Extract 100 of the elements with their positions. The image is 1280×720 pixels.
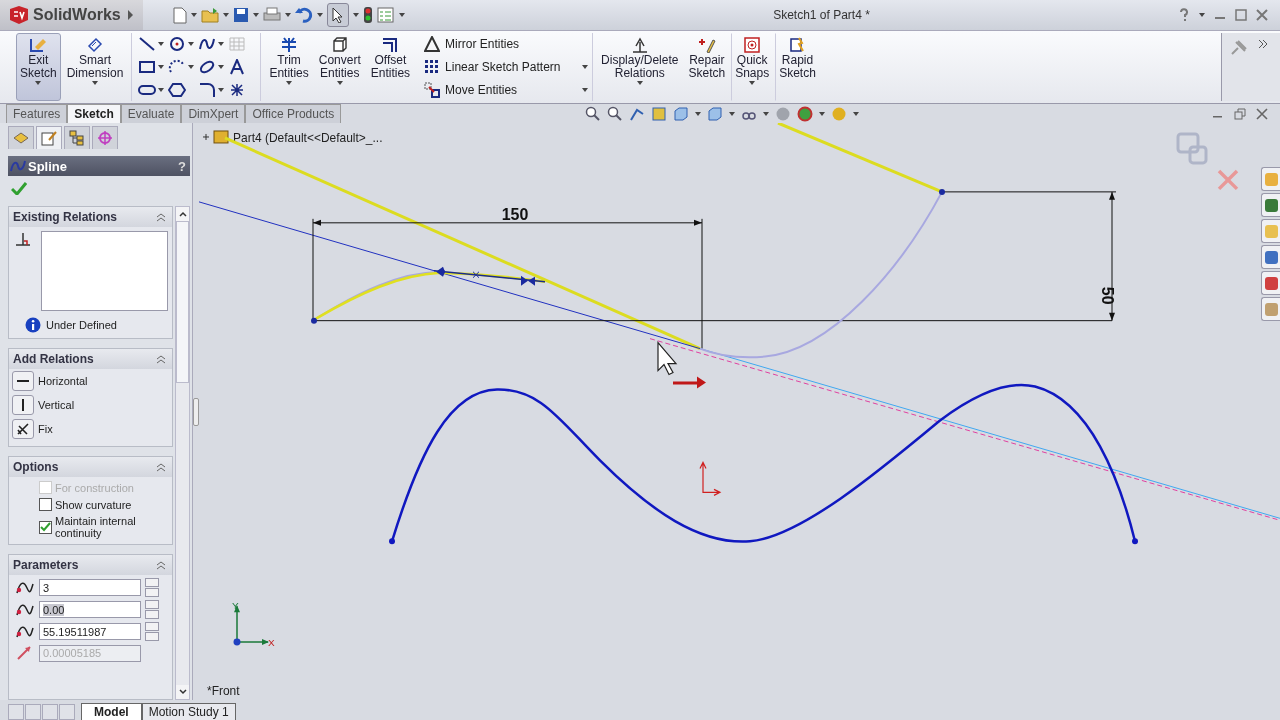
ribbon-button[interactable]: Smart Dimension (62, 33, 128, 101)
relation-label[interactable]: Vertical (38, 399, 75, 411)
caret-icon[interactable] (853, 111, 860, 116)
caret-icon[interactable] (399, 13, 405, 17)
model-tab[interactable]: Model (81, 703, 142, 720)
relations-list[interactable] (41, 231, 168, 311)
caret-icon[interactable] (749, 81, 756, 85)
configuration-tab[interactable] (64, 126, 90, 149)
caret-icon[interactable] (285, 13, 291, 17)
collapse-icon[interactable] (156, 560, 166, 570)
caret-icon[interactable] (336, 81, 343, 85)
traffic-light-icon[interactable] (363, 6, 373, 24)
caret-icon[interactable] (188, 65, 195, 69)
dimension-value[interactable]: 50 (1099, 286, 1116, 305)
command-tab[interactable]: Features (6, 104, 68, 123)
close-icon[interactable] (1256, 9, 1268, 21)
maximize-icon[interactable] (1235, 9, 1247, 21)
undo-icon[interactable] (295, 7, 313, 23)
caret-icon[interactable] (353, 13, 359, 17)
ribbon-button[interactable]: Convert Entities (314, 33, 365, 101)
scroll-up-icon[interactable] (178, 211, 187, 217)
new-document-icon[interactable] (173, 6, 187, 24)
caret-icon[interactable] (636, 81, 643, 85)
caret-icon[interactable] (253, 13, 259, 17)
text-icon[interactable] (228, 59, 247, 75)
print-icon[interactable] (263, 7, 281, 23)
command-tab[interactable]: Evaluate (120, 104, 182, 123)
ribbon-button[interactable]: Repair Sketch (684, 33, 730, 101)
caret-icon[interactable] (223, 13, 229, 17)
command-tab[interactable]: Office Products (245, 104, 342, 123)
circle-icon[interactable] (168, 36, 187, 53)
input-field[interactable]: 55.19511987 (39, 623, 141, 640)
caret-icon[interactable] (218, 87, 225, 92)
caret-icon[interactable] (763, 111, 770, 116)
ribbon-item[interactable]: Linear Sketch Pattern (445, 60, 574, 74)
scroll-down-icon[interactable] (178, 689, 187, 695)
collapse-icon[interactable] (156, 462, 166, 472)
relation-button[interactable] (12, 371, 34, 391)
input-field[interactable]: 3 (39, 579, 141, 596)
rectangle-icon[interactable] (138, 59, 157, 75)
move-icon[interactable] (424, 81, 441, 98)
dimxpert-tab[interactable] (92, 126, 118, 149)
property-tab[interactable] (36, 126, 62, 149)
scene-icon[interactable] (797, 105, 814, 122)
checkbox[interactable] (39, 498, 52, 511)
pattern-icon[interactable] (424, 59, 441, 75)
expand-icon[interactable] (1258, 39, 1268, 49)
zoom-area-icon[interactable] (607, 105, 624, 122)
help-button[interactable]: ? (178, 158, 186, 174)
flyout-arrow-icon[interactable] (127, 10, 133, 20)
command-tab[interactable]: DimXpert (181, 104, 246, 123)
dimension-value[interactable]: 150 (501, 205, 529, 223)
caret-icon[interactable] (582, 65, 589, 69)
select-button[interactable] (327, 3, 349, 27)
splitter-handle[interactable] (193, 397, 199, 426)
command-tab[interactable]: Sketch (67, 104, 121, 123)
caret-icon[interactable] (158, 42, 165, 47)
fillet-icon[interactable] (198, 81, 217, 98)
caret-icon[interactable] (286, 81, 293, 85)
ribbon-button[interactable]: Rapid Sketch (775, 33, 820, 101)
collapse-icon[interactable] (156, 354, 166, 364)
feature-tree-tab[interactable] (8, 126, 34, 149)
collapse-icon[interactable] (156, 212, 166, 222)
ribbon-item[interactable]: Move Entities (445, 82, 574, 97)
save-icon[interactable] (233, 7, 249, 23)
zoom-fit-icon[interactable] (585, 105, 602, 122)
ribbon-button[interactable]: Exit Sketch (16, 33, 61, 101)
polygon-icon[interactable] (168, 81, 187, 98)
relation-label[interactable]: Fix (38, 423, 53, 435)
caret-icon[interactable] (582, 87, 589, 92)
ellipse-icon[interactable] (198, 59, 217, 75)
sketch-point[interactable] (389, 538, 395, 545)
ribbon-button[interactable]: Display/Delete Relations (597, 33, 683, 101)
spline-curve[interactable] (390, 383, 1137, 543)
spline-handle[interactable] (433, 266, 546, 286)
caret-icon[interactable] (819, 111, 826, 116)
mirror-icon[interactable] (424, 36, 441, 53)
sketch-point[interactable] (311, 317, 317, 324)
caret-icon[interactable] (218, 65, 225, 69)
caret-icon[interactable] (158, 87, 165, 92)
caret-icon[interactable] (191, 13, 197, 17)
line-icon[interactable] (138, 36, 157, 53)
input-field[interactable]: 0.00 (39, 601, 141, 618)
ribbon-button[interactable]: Offset Entities (366, 33, 415, 101)
caret-icon[interactable] (218, 42, 225, 47)
model-tab[interactable]: Motion Study 1 (141, 703, 236, 720)
caret-icon[interactable] (92, 81, 99, 85)
checkbox[interactable] (39, 520, 52, 534)
ribbon-button[interactable]: Trim Entities (265, 33, 313, 101)
sketch-point[interactable] (1132, 538, 1138, 545)
caret-icon[interactable] (35, 81, 42, 85)
relation-button[interactable] (12, 395, 34, 415)
scrollbar[interactable] (175, 206, 190, 700)
caret-icon[interactable] (188, 42, 195, 47)
close-icon[interactable] (1256, 107, 1268, 120)
sketch-point[interactable] (939, 188, 945, 195)
help-icon[interactable] (1178, 8, 1190, 22)
relation-label[interactable]: Horizontal (38, 375, 88, 387)
checkbox-label[interactable]: Show curvature (55, 498, 150, 511)
tree-item[interactable]: Part4 (Default<<Default>_... (202, 130, 383, 145)
